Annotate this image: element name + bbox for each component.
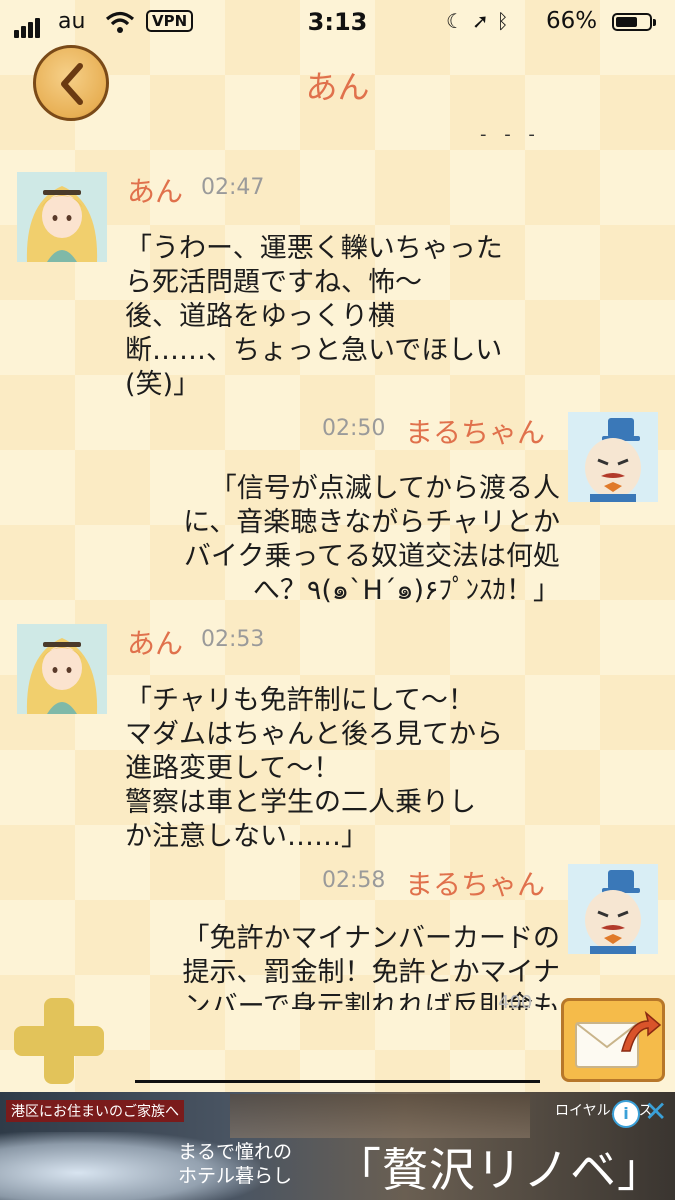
- envelope-send-icon: [575, 1010, 662, 1068]
- char-counter: 400: [498, 992, 533, 1013]
- chat-title: あん: [305, 68, 370, 106]
- message-text: 「うわー、運悪く轢いちゃった ら死活問題ですね、怖〜 後、道路をゆっくり横 断……: [125, 233, 503, 400]
- avatar-maruchan[interactable]: [568, 412, 658, 502]
- message-clip: 「免許かマイナンバーカードの 提示、罰金制！免許とかマイナ ンバーで身元割れれば…: [0, 900, 675, 1010]
- ad-info-icon[interactable]: i: [612, 1100, 640, 1128]
- message-text: 「チャリも免許制にして〜！ マダムはちゃんと後ろ見てから 進路変更して〜！ 警察…: [125, 685, 503, 852]
- message-input[interactable]: [135, 1080, 540, 1083]
- sender-name: まるちゃん: [405, 416, 546, 449]
- bluetooth-icon: ᛒ: [496, 9, 517, 33]
- ad-close-icon[interactable]: ✕: [644, 1098, 667, 1126]
- avatar-an[interactable]: [17, 172, 107, 262]
- ad-headline: 「贅沢リノベ」: [335, 1143, 664, 1197]
- message-time: 02:53: [201, 627, 265, 652]
- moon-icon: ☾: [446, 9, 472, 33]
- message-time: 02:47: [201, 175, 265, 200]
- ad-banner[interactable]: 港区にお住まいのご家族へ ロイヤルハウス i ✕ まるで憧れの ホテル暮らし 「…: [0, 1092, 675, 1200]
- battery-percent: 66%: [546, 8, 598, 34]
- message-text: 「信号が点滅してから渡る人 に、音楽聴きながらチャリとか バイク乗ってる奴道交法…: [183, 473, 560, 606]
- send-button[interactable]: [561, 998, 665, 1082]
- sender-name: あん: [127, 627, 184, 660]
- sender-name: まるちゃん: [405, 868, 546, 901]
- location-arrow-icon: ➚: [471, 9, 497, 33]
- battery-icon: [612, 13, 656, 31]
- sender-name: あん: [127, 175, 184, 208]
- message-time: 02:50: [322, 416, 386, 441]
- ad-subtitle: まるで憧れの ホテル暮らし: [178, 1141, 293, 1187]
- avatar-an[interactable]: [17, 624, 107, 714]
- status-bar: au VPN 3:13 ☾➚ᛒ 66%: [0, 0, 675, 44]
- status-icons: ☾➚ᛒ: [446, 9, 517, 33]
- ad-label: 港区にお住まいのご家族へ: [6, 1100, 184, 1122]
- message-time: 02:58: [322, 868, 386, 893]
- add-button[interactable]: [14, 998, 104, 1084]
- previous-message-residue: - - -: [480, 124, 541, 145]
